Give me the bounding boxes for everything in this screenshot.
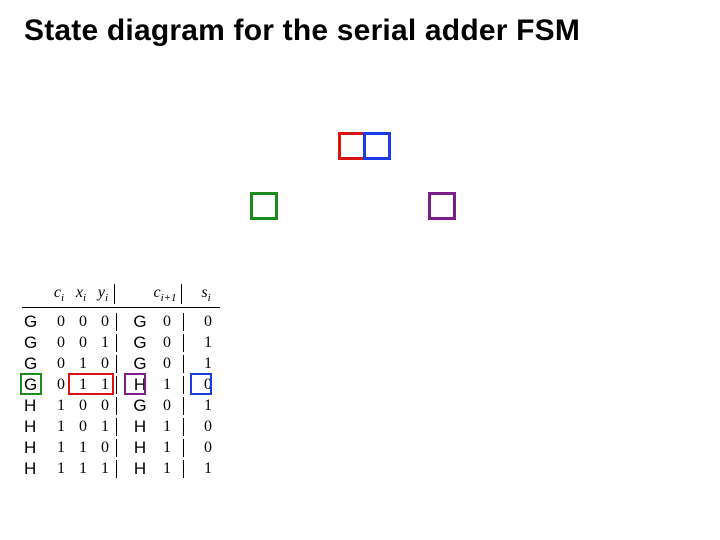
cell-si: 0 xyxy=(196,376,220,394)
cell-xi: 1 xyxy=(72,355,94,373)
legend-square-purple xyxy=(428,192,456,220)
table-row: G000G00 xyxy=(22,311,220,332)
cell-ci1: 1 xyxy=(151,460,184,478)
cell-state-left: H xyxy=(22,459,50,479)
cell-yi: 1 xyxy=(94,376,117,394)
cell-si: 0 xyxy=(196,313,220,331)
cell-xi: 0 xyxy=(72,418,94,436)
cell-ci: 1 xyxy=(50,439,72,457)
cell-ci1: 0 xyxy=(151,313,184,331)
cell-xi: 1 xyxy=(72,376,94,394)
cell-si: 0 xyxy=(196,418,220,436)
header-yi: yi xyxy=(92,284,115,304)
cell-state-right: G xyxy=(129,396,151,416)
cell-ci: 0 xyxy=(50,355,72,373)
cell-si: 1 xyxy=(196,355,220,373)
legend-square-blue xyxy=(363,132,391,160)
table-row: G011H10 xyxy=(22,374,220,395)
page-title: State diagram for the serial adder FSM xyxy=(0,0,720,48)
truth-table: ci xi yi ci+1 si G000G00G001G01G010G01G0… xyxy=(22,284,220,479)
cell-state-left: H xyxy=(22,417,50,437)
cell-yi: 0 xyxy=(94,355,117,373)
cell-state-right: H xyxy=(129,438,151,458)
cell-state-left: H xyxy=(22,438,50,458)
cell-ci1: 0 xyxy=(151,397,184,415)
cell-ci1: 1 xyxy=(151,439,184,457)
cell-yi: 0 xyxy=(94,439,117,457)
table-row: H111H11 xyxy=(22,458,220,479)
cell-ci1: 1 xyxy=(151,376,184,394)
cell-state-left: G xyxy=(22,375,50,395)
cell-ci: 1 xyxy=(50,418,72,436)
cell-ci: 0 xyxy=(50,376,72,394)
cell-si: 1 xyxy=(196,334,220,352)
cell-state-right: H xyxy=(129,459,151,479)
legend-pair xyxy=(338,132,388,160)
cell-ci: 0 xyxy=(50,334,72,352)
cell-ci: 1 xyxy=(50,460,72,478)
cell-si: 0 xyxy=(196,439,220,457)
cell-ci: 1 xyxy=(50,397,72,415)
cell-state-right: G xyxy=(129,354,151,374)
header-ci: ci xyxy=(48,284,70,304)
table-row: H110H10 xyxy=(22,437,220,458)
cell-si: 1 xyxy=(196,460,220,478)
cell-yi: 1 xyxy=(94,334,117,352)
cell-state-right: H xyxy=(129,417,151,437)
cell-ci1: 0 xyxy=(151,334,184,352)
cell-xi: 0 xyxy=(72,334,94,352)
cell-si: 1 xyxy=(196,397,220,415)
cell-ci1: 0 xyxy=(151,355,184,373)
cell-ci: 0 xyxy=(50,313,72,331)
cell-state-left: G xyxy=(22,312,50,332)
legend-square-red xyxy=(338,132,366,160)
cell-xi: 0 xyxy=(72,397,94,415)
cell-yi: 0 xyxy=(94,313,117,331)
cell-yi: 1 xyxy=(94,460,117,478)
header-ci1: ci+1 xyxy=(149,284,182,304)
cell-yi: 0 xyxy=(94,397,117,415)
cell-xi: 1 xyxy=(72,460,94,478)
cell-state-right: H xyxy=(129,375,151,395)
table-row: G001G01 xyxy=(22,332,220,353)
cell-xi: 0 xyxy=(72,313,94,331)
table-row: H101H10 xyxy=(22,416,220,437)
cell-xi: 1 xyxy=(72,439,94,457)
legend-square-green xyxy=(250,192,278,220)
cell-state-left: H xyxy=(22,396,50,416)
cell-yi: 1 xyxy=(94,418,117,436)
cell-state-right: G xyxy=(129,333,151,353)
table-row: H100G01 xyxy=(22,395,220,416)
cell-state-right: G xyxy=(129,312,151,332)
table-header-row: ci xi yi ci+1 si xyxy=(22,284,220,308)
header-xi: xi xyxy=(70,284,92,304)
header-si: si xyxy=(194,284,218,304)
table-row: G010G01 xyxy=(22,353,220,374)
cell-ci1: 1 xyxy=(151,418,184,436)
cell-state-left: G xyxy=(22,354,50,374)
cell-state-left: G xyxy=(22,333,50,353)
